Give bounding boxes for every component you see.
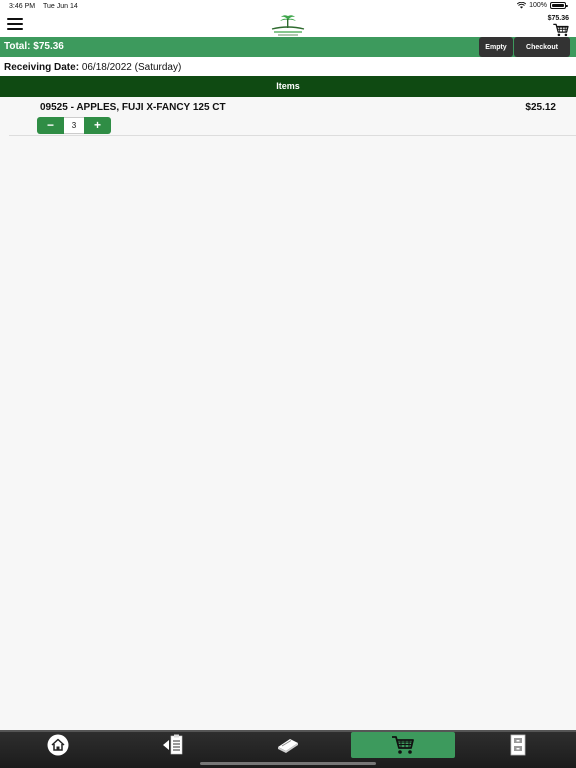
tab-account[interactable] bbox=[460, 732, 576, 758]
cart-icon bbox=[392, 736, 414, 754]
item-price: $25.12 bbox=[525, 102, 556, 113]
status-right: 100% bbox=[517, 2, 568, 9]
orders-icon bbox=[162, 734, 182, 755]
total-label: Total: bbox=[4, 41, 31, 52]
receiving-date: Receiving Date: 06/18/2022 (Saturday) bbox=[4, 62, 181, 73]
status-bar: 3:46 PM Tue Jun 14 100% bbox=[0, 0, 576, 13]
account-icon bbox=[510, 734, 526, 756]
tab-home[interactable] bbox=[0, 732, 115, 758]
cart-icon[interactable] bbox=[552, 23, 570, 37]
header-cart-total: $75.36 bbox=[547, 15, 569, 22]
catalog-icon bbox=[277, 739, 298, 753]
status-time: 3:46 PM bbox=[9, 3, 36, 10]
top-nav: $75.36 bbox=[0, 13, 576, 37]
quantity-stepper: − 3 + bbox=[37, 117, 111, 134]
status-date: Tue Jun 14 bbox=[43, 3, 78, 10]
checkout-button[interactable]: Checkout bbox=[514, 37, 570, 57]
wifi-icon bbox=[517, 2, 527, 9]
empty-cart-button[interactable]: Empty bbox=[479, 37, 513, 57]
tab-catalog[interactable] bbox=[230, 732, 345, 758]
tab-cart[interactable] bbox=[351, 732, 455, 758]
bottom-tab-bar bbox=[0, 730, 576, 768]
brand-logo bbox=[271, 15, 305, 36]
menu-icon[interactable] bbox=[7, 18, 23, 32]
receiving-date-bar: Receiving Date: 06/18/2022 (Saturday) bbox=[0, 57, 576, 76]
items-header: Items bbox=[0, 76, 576, 97]
item-name: 09525 - APPLES, FUJI X-FANCY 125 CT bbox=[40, 102, 226, 113]
total-bar: Total: $75.36 Empty Checkout bbox=[0, 37, 576, 57]
total-summary: Total: $75.36 bbox=[4, 41, 64, 52]
battery-icon bbox=[550, 2, 568, 9]
battery-percent: 100% bbox=[529, 2, 547, 9]
list-item: 09525 - APPLES, FUJI X-FANCY 125 CT $25.… bbox=[9, 97, 576, 136]
receiving-date-value: 06/18/2022 (Saturday) bbox=[81, 62, 182, 73]
home-indicator bbox=[200, 762, 376, 765]
increase-quantity-button[interactable]: + bbox=[84, 117, 111, 134]
total-amount: $75.36 bbox=[33, 41, 64, 52]
home-icon bbox=[47, 734, 68, 756]
receiving-date-label: Receiving Date: bbox=[4, 62, 80, 73]
decrease-quantity-button[interactable]: − bbox=[37, 117, 64, 134]
tab-orders[interactable] bbox=[115, 732, 230, 758]
quantity-field[interactable]: 3 bbox=[64, 117, 84, 134]
